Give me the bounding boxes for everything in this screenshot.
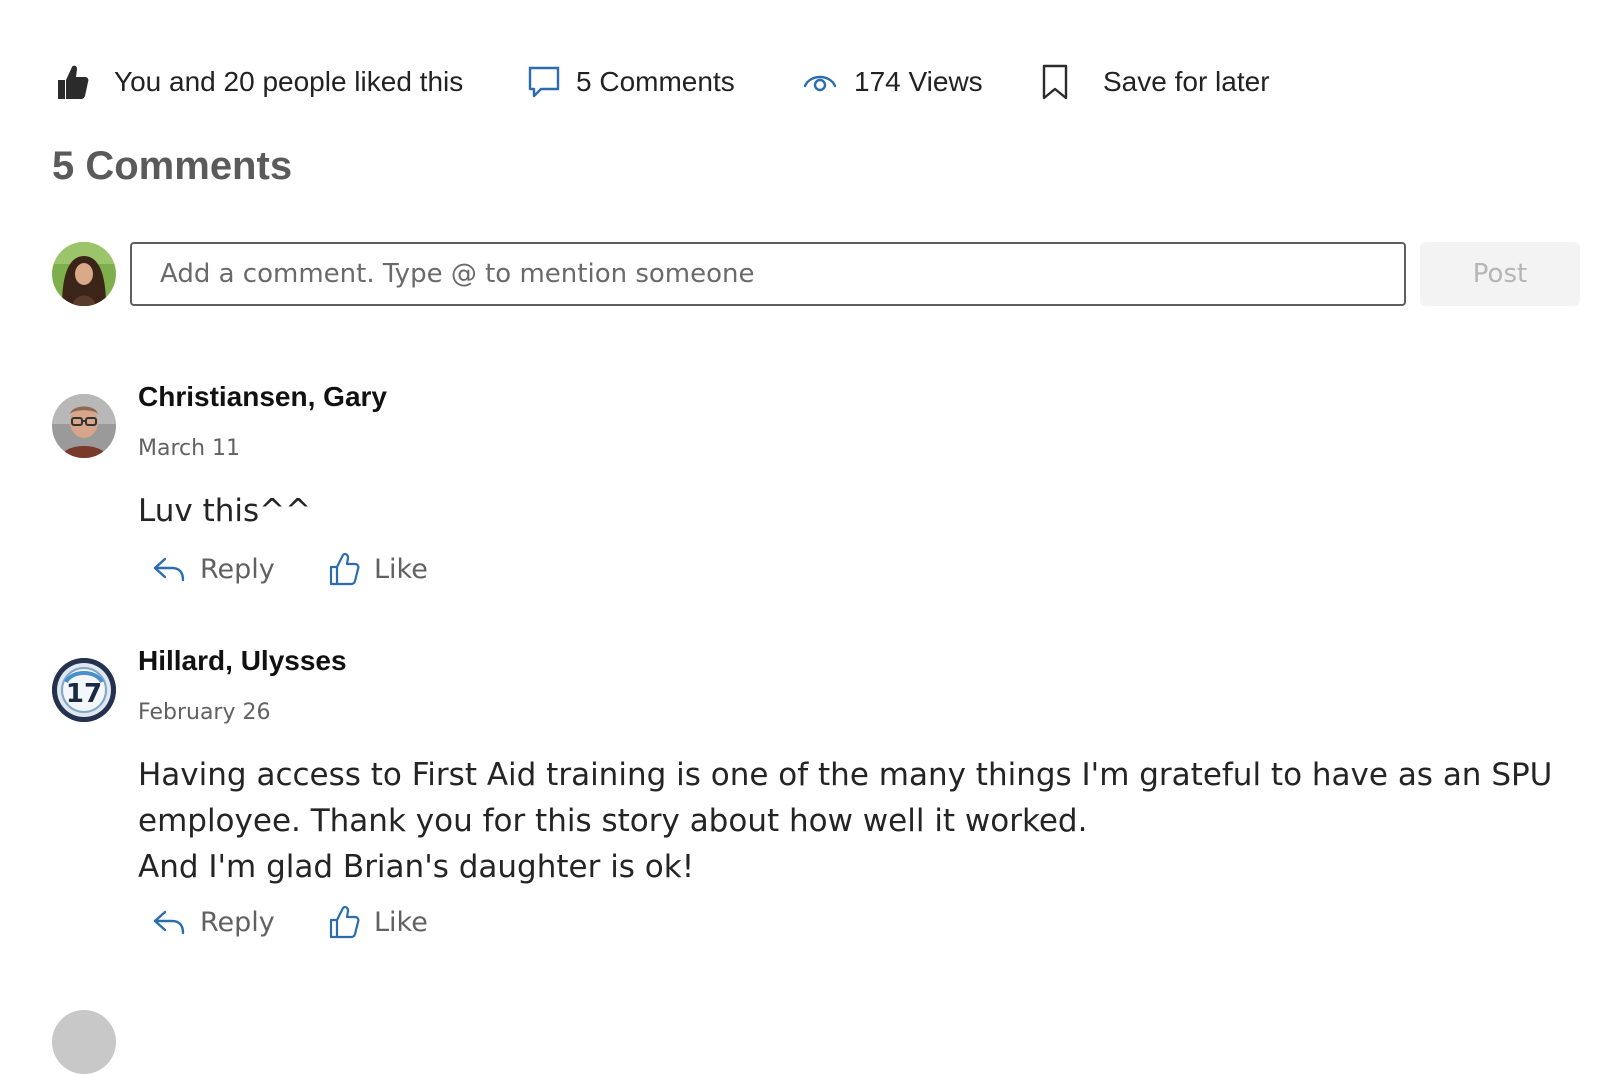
- post-button[interactable]: Post: [1420, 242, 1580, 306]
- reply-button[interactable]: Reply: [152, 554, 328, 585]
- like-post-button[interactable]: You and 20 people liked this: [52, 56, 524, 108]
- views-count-text: 174 Views: [854, 66, 983, 97]
- comments-count-button[interactable]: 5 Comments: [524, 56, 800, 108]
- comment-actions: Reply Like: [152, 552, 428, 586]
- reply-button[interactable]: Reply: [152, 907, 328, 938]
- like-label: Like: [374, 553, 428, 585]
- comment-date: February 26: [138, 700, 271, 725]
- comments-section-title: 5 Comments: [52, 144, 293, 188]
- comment-body: Having access to First Aid training is o…: [138, 757, 1553, 885]
- comment-input[interactable]: [130, 242, 1406, 306]
- thumbs-up-outline-icon: [328, 905, 360, 939]
- save-for-later-label: Save for later: [1103, 66, 1270, 97]
- avatar-badge-number: 17: [66, 679, 102, 709]
- current-user-avatar: [52, 242, 116, 306]
- thumbs-up-outline-icon: [328, 552, 360, 586]
- like-label: Like: [374, 906, 428, 938]
- commenter-avatar[interactable]: [52, 394, 116, 458]
- commenter-avatar[interactable]: 17: [52, 658, 116, 722]
- comment-author[interactable]: Christiansen, Gary: [138, 380, 387, 414]
- comment-author[interactable]: Hillard, Ulysses: [138, 644, 347, 678]
- eye-icon: [800, 67, 840, 97]
- comment-date: March 11: [138, 436, 241, 461]
- reply-arrow-icon: [152, 555, 186, 583]
- post-stats-bar: You and 20 people liked this 5 Comments …: [52, 56, 1270, 108]
- save-for-later-button[interactable]: Save for later: [1035, 56, 1270, 108]
- speech-bubble-icon: [524, 64, 564, 100]
- comment-actions: Reply Like: [152, 905, 428, 939]
- like-comment-button[interactable]: Like: [328, 905, 428, 939]
- likes-count-text: You and 20 people liked this: [114, 66, 464, 97]
- like-comment-button[interactable]: Like: [328, 552, 428, 586]
- next-commenter-avatar[interactable]: [52, 1010, 116, 1074]
- reply-arrow-icon: [152, 908, 186, 936]
- bookmark-icon: [1035, 63, 1075, 101]
- comments-count-text: 5 Comments: [576, 66, 735, 97]
- reply-label: Reply: [200, 553, 275, 585]
- views-count: 174 Views: [800, 56, 1035, 108]
- reply-label: Reply: [200, 906, 275, 938]
- comment-body: Luv this^^: [138, 493, 312, 529]
- thumbs-up-filled-icon: [52, 63, 92, 101]
